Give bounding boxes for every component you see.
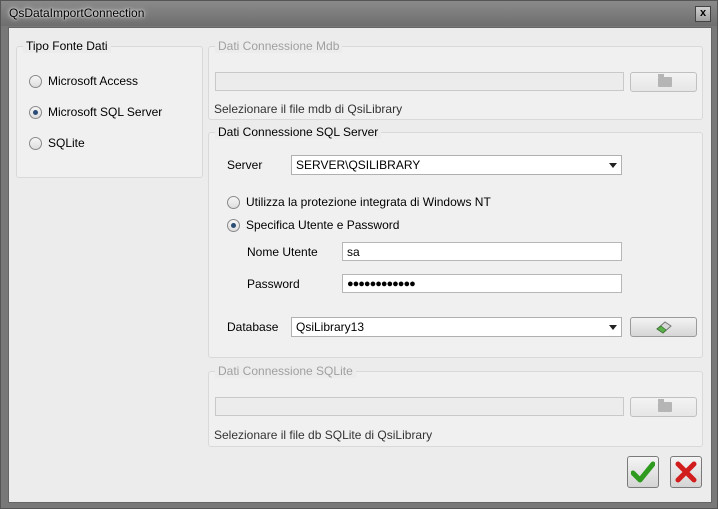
database-value: QsiLibrary13 [296,320,365,334]
test-connection-button[interactable] [630,317,697,337]
folder-icon [658,399,672,412]
radio-icon[interactable] [227,218,240,232]
sql-legend: Dati Connessione SQL Server [215,125,382,139]
mdb-path-input[interactable] [215,72,624,91]
sqlite-browse-button[interactable] [630,397,697,417]
sqlite-connection-group: Dati Connessione SQLite Selezionare il f… [208,364,703,447]
chevron-down-icon[interactable] [609,163,617,168]
source-type-legend: Tipo Fonte Dati [23,39,111,53]
radio-icon[interactable] [227,195,240,209]
sqlite-legend: Dati Connessione SQLite [215,364,356,378]
mdb-hint: Selezionare il file mdb di QsiLibrary [214,102,403,116]
dialog-body: Tipo Fonte Dati Microsoft Access Microso… [8,27,712,503]
radio-icon[interactable] [29,136,42,150]
username-input[interactable]: sa [342,242,622,261]
dialog-window: QsDataImportConnection x Tipo Fonte Dati… [0,0,718,509]
radio-icon[interactable] [29,105,42,119]
username-label: Nome Utente [247,245,318,259]
window-title: QsDataImportConnection [9,6,145,20]
checkmark-icon [631,461,655,483]
sqlite-hint: Selezionare il file db SQLite di QsiLibr… [214,428,433,442]
radio-label: Specifica Utente e Password [246,218,400,232]
server-value: SERVER\QSILIBRARY [296,158,421,172]
eraser-icon [656,321,672,334]
radio-label: SQLite [48,136,85,150]
radio-windows-auth[interactable]: Utilizza la protezione integrata di Wind… [227,195,491,209]
database-label: Database [227,320,279,334]
chevron-down-icon[interactable] [609,325,617,330]
password-label: Password [247,277,300,291]
sqlite-path-input[interactable] [215,397,624,416]
server-combo[interactable]: SERVER\QSILIBRARY [291,155,622,175]
radio-icon[interactable] [29,74,42,88]
radio-user-password[interactable]: Specifica Utente e Password [227,218,399,232]
radio-sqlite[interactable]: SQLite [29,136,85,150]
folder-icon [658,74,672,87]
radio-label: Microsoft Access [48,74,139,88]
ok-button[interactable] [627,456,659,488]
radio-microsoft-sql-server[interactable]: Microsoft SQL Server [29,105,162,119]
radio-label: Microsoft SQL Server [48,105,163,119]
cancel-button[interactable] [670,456,702,488]
mdb-browse-button[interactable] [630,72,697,92]
sql-connection-group: Dati Connessione SQL Server Server SERVE… [208,125,703,358]
mdb-connection-group: Dati Connessione Mdb Selezionare il file… [208,39,703,120]
mdb-legend: Dati Connessione Mdb [215,39,343,53]
password-input[interactable]: ●●●●●●●●●●●● [342,274,622,293]
title-bar[interactable]: QsDataImportConnection x [1,1,717,26]
radio-microsoft-access[interactable]: Microsoft Access [29,74,138,88]
database-combo[interactable]: QsiLibrary13 [291,317,622,337]
source-type-group: Tipo Fonte Dati Microsoft Access Microso… [16,39,203,178]
radio-label: Utilizza la protezione integrata di Wind… [246,195,491,209]
close-button[interactable]: x [695,6,711,22]
x-icon [675,461,697,483]
server-label: Server [227,158,263,172]
